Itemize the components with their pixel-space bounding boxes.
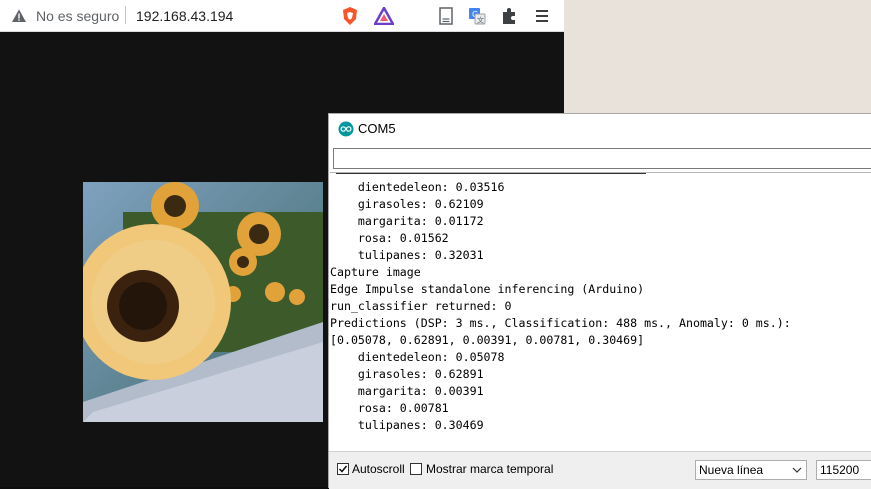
warning-icon[interactable]: [11, 0, 27, 31]
log-line: dientedeleon: 0.05078: [330, 350, 505, 364]
serial-monitor-window: COM5 dientedeleon: 0.03516 girasoles: 0.…: [328, 113, 871, 489]
log-line: margarita: 0.01172: [330, 214, 484, 228]
log-line: Edge Impulse standalone inferencing (Ard…: [330, 282, 645, 296]
browser-toolbar: No es seguro 192.168.43.194 G文: [0, 0, 564, 32]
autoscroll-checkbox[interactable]: [337, 463, 349, 475]
log-line: run_classifier returned: 0: [330, 299, 512, 313]
serial-output[interactable]: dientedeleon: 0.03516 girasoles: 0.62109…: [330, 172, 871, 451]
log-line: rosa: 0.01562: [330, 231, 449, 245]
extensions-icon[interactable]: [498, 0, 520, 31]
baud-rate-value: 115200 bau: [820, 463, 860, 477]
camera-image: [83, 182, 323, 422]
menu-icon[interactable]: [531, 0, 553, 31]
send-input[interactable]: [333, 148, 871, 169]
window-title: COM5: [358, 121, 396, 136]
chevron-down-icon: [792, 462, 802, 483]
log-line: Predictions (DSP: 3 ms., Classification:…: [330, 316, 791, 330]
log-line: Capture image: [330, 265, 421, 279]
timestamp-checkbox[interactable]: [410, 463, 422, 475]
security-label[interactable]: No es seguro: [36, 0, 119, 31]
document-icon[interactable]: [435, 0, 457, 31]
log-line: [0.05078, 0.62891, 0.00391, 0.00781, 0.3…: [330, 333, 645, 347]
serial-monitor-titlebar: COM5: [329, 114, 871, 144]
address-bar[interactable]: 192.168.43.194: [136, 0, 233, 31]
autoscroll-label[interactable]: Autoscroll: [352, 462, 405, 476]
log-line: girasoles: 0.62109: [330, 197, 484, 211]
baud-rate-select[interactable]: 115200 bau: [816, 460, 871, 480]
divider: [125, 6, 126, 24]
log-line: dientedeleon: 0.03516: [330, 180, 505, 194]
serial-monitor-statusbar: Autoscroll Mostrar marca temporal Nueva …: [329, 451, 871, 489]
brave-rewards-icon[interactable]: [373, 0, 395, 31]
log-line: tulipanes: 0.30469: [330, 418, 484, 432]
timestamp-label[interactable]: Mostrar marca temporal: [426, 462, 553, 476]
clipped-line: [330, 173, 871, 179]
log-line: girasoles: 0.62891: [330, 367, 484, 381]
translate-icon[interactable]: G文: [466, 0, 488, 31]
line-ending-value: Nueva línea: [699, 463, 764, 477]
log-line: margarita: 0.00391: [330, 384, 484, 398]
brave-shield-icon[interactable]: [339, 0, 361, 31]
check-icon: [338, 465, 348, 473]
arduino-icon: [338, 121, 354, 137]
line-ending-select[interactable]: Nueva línea: [695, 460, 807, 480]
svg-text:文: 文: [477, 15, 484, 24]
log-line: rosa: 0.00781: [330, 401, 449, 415]
log-line: tulipanes: 0.32031: [330, 248, 484, 262]
